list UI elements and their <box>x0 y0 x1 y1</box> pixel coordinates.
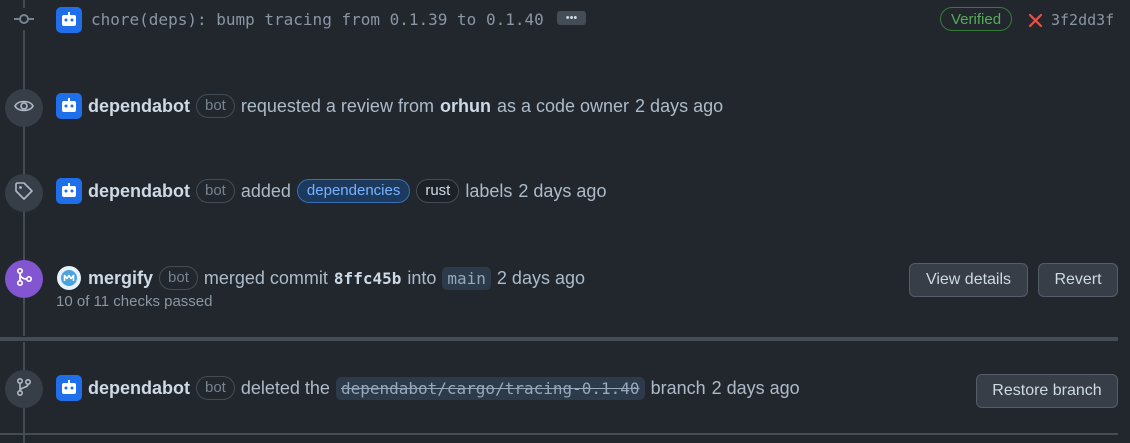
checks-summary-link[interactable]: 10 of 11 checks passed <box>56 293 213 310</box>
event-text: added <box>240 180 291 201</box>
timestamp-link[interactable]: 2 days ago <box>635 96 723 117</box>
merged-commit-link[interactable]: 8ffc45b <box>334 269 401 288</box>
timestamp-link[interactable]: 2 days ago <box>712 378 800 399</box>
mergify-avatar[interactable] <box>57 266 81 290</box>
dependabot-avatar[interactable] <box>56 375 82 401</box>
event-suffix: branch <box>650 377 706 398</box>
timestamp-link[interactable]: 2 days ago <box>518 181 606 202</box>
timestamp-link[interactable]: 2 days ago <box>497 268 585 289</box>
branch-deleted-text: dependabot bot deleted the dependabot/ca… <box>88 376 800 400</box>
view-details-button[interactable]: View details <box>909 263 1028 297</box>
commit-message-link[interactable]: chore(deps): bump tracing from 0.1.39 to… <box>91 10 544 29</box>
dependabot-avatar[interactable] <box>56 93 82 119</box>
dependabot-avatar[interactable] <box>56 7 82 33</box>
merged-event-node <box>5 260 43 298</box>
bottom-divider <box>0 433 1118 435</box>
expand-commit-button[interactable]: ••• <box>557 11 586 25</box>
revert-button[interactable]: Revert <box>1038 263 1118 297</box>
bot-badge: bot <box>196 94 235 118</box>
deleted-branch-name: dependabot/cargo/tracing-0.1.40 <box>335 376 645 400</box>
commit-row: chore(deps): bump tracing from 0.1.39 to… <box>0 0 1130 40</box>
event-suffix: as a code owner <box>496 95 630 116</box>
x-icon[interactable] <box>1028 12 1043 33</box>
review-event-text: dependabot bot requested a review from o… <box>88 94 723 118</box>
git-branch-icon <box>14 377 34 402</box>
label-event-text: dependabot bot added dependencies rust l… <box>88 179 606 203</box>
branch-deleted-event: dependabot bot deleted the dependabot/ca… <box>0 370 1130 410</box>
base-branch-link[interactable]: main <box>442 266 491 290</box>
label-event-node <box>5 174 43 212</box>
bot-badge: bot <box>196 376 235 400</box>
eye-icon <box>14 96 34 121</box>
event-suffix: labels <box>465 180 513 201</box>
merged-event: mergify bot merged commit 8ffc45b into m… <box>0 258 1130 318</box>
actor-link[interactable]: dependabot <box>88 181 190 202</box>
git-merge-icon <box>14 267 34 292</box>
bot-badge: bot <box>196 179 235 203</box>
commit-icon <box>13 8 35 30</box>
review-request-event: dependabot bot requested a review from o… <box>0 86 1130 131</box>
event-text: deleted the <box>240 377 330 398</box>
tag-icon <box>14 181 34 206</box>
actor-link[interactable]: dependabot <box>88 96 190 117</box>
branch-event-node <box>5 370 43 408</box>
commit-sha-link[interactable]: 3f2dd3f <box>1051 11 1114 29</box>
reviewer-link[interactable]: orhun <box>440 96 491 117</box>
labels-added-event: dependabot bot added dependencies rust l… <box>0 171 1130 216</box>
label-rust[interactable]: rust <box>416 179 460 203</box>
timeline-divider <box>0 337 1118 341</box>
into-text: into <box>407 267 437 288</box>
merged-event-text: mergify bot merged commit 8ffc45b into m… <box>88 266 585 290</box>
restore-branch-button[interactable]: Restore branch <box>976 374 1118 408</box>
event-text: requested a review from <box>240 95 434 116</box>
actor-link[interactable]: dependabot <box>88 378 190 399</box>
verified-badge[interactable]: Verified <box>940 7 1013 31</box>
label-dependencies[interactable]: dependencies <box>296 179 411 203</box>
dependabot-avatar[interactable] <box>56 178 82 204</box>
bot-badge: bot <box>159 266 198 290</box>
actor-link[interactable]: mergify <box>88 268 153 289</box>
event-text: merged commit <box>203 267 328 288</box>
review-event-node <box>5 89 43 127</box>
